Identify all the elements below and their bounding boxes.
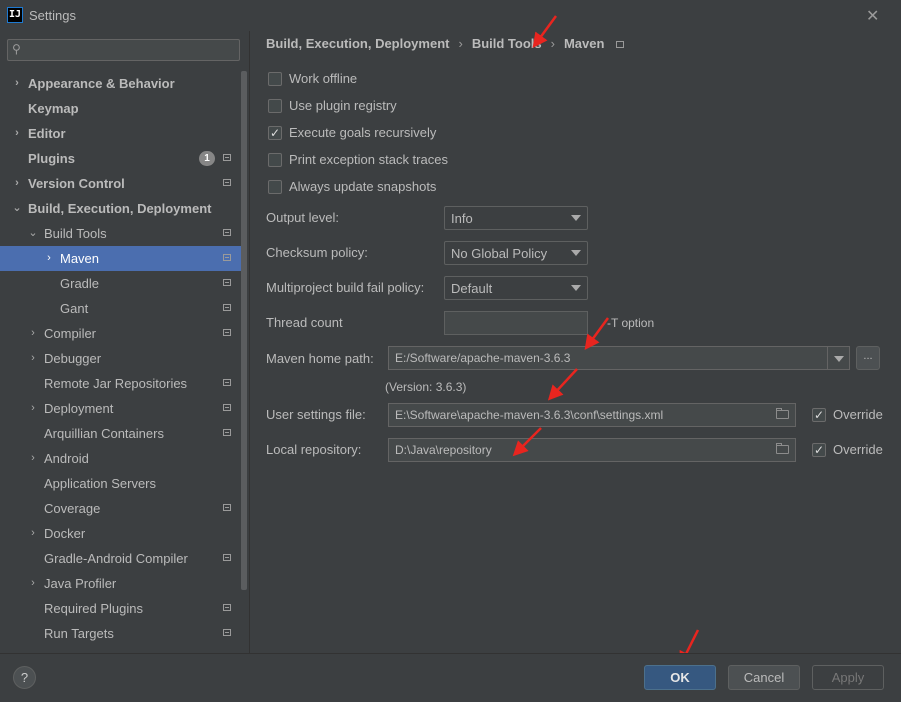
annotation-arrows — [512, 15, 700, 667]
help-button[interactable]: ? — [13, 666, 36, 689]
arrow-to-local-repository — [512, 427, 542, 457]
ok-button[interactable]: OK — [644, 665, 716, 690]
arrow-to-build-tools — [532, 15, 558, 49]
arrow-to-maven-home — [584, 317, 610, 351]
arrow-to-settings-file — [547, 368, 578, 401]
apply-button[interactable]: Apply — [812, 665, 884, 690]
cancel-button[interactable]: Cancel — [728, 665, 800, 690]
